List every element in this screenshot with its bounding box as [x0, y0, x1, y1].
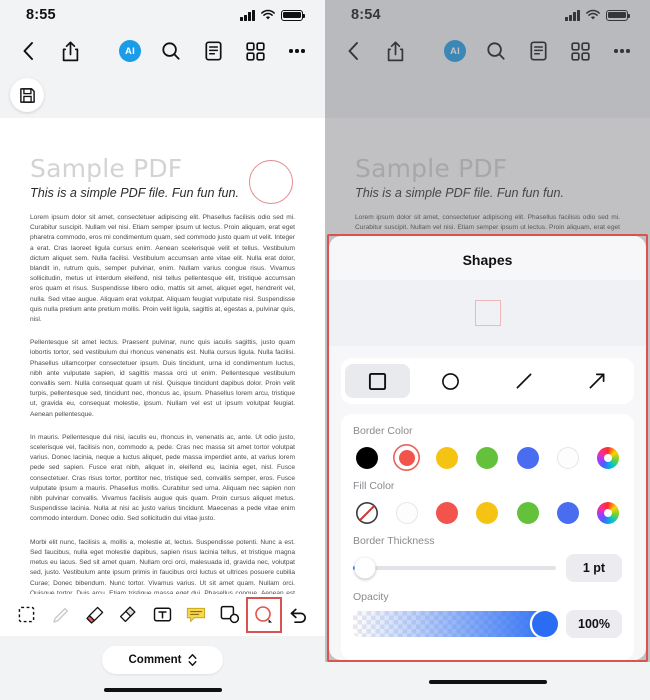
back-button[interactable] — [16, 39, 40, 63]
screenshot-root: 8:55 AI Sample PDF This is a simple PDF … — [0, 0, 650, 700]
eraser-icon — [119, 606, 136, 622]
marquee-select-tool[interactable] — [14, 602, 40, 628]
thumbnails-button[interactable] — [243, 39, 267, 63]
text-box-tool[interactable] — [149, 602, 175, 628]
chevron-up-down-icon — [188, 653, 197, 666]
left-nav-bar: AI — [0, 30, 325, 72]
wifi-icon — [261, 9, 275, 20]
status-clock: 8:55 — [26, 7, 56, 23]
share-button[interactable] — [58, 39, 82, 63]
comment-mode-row: Comment — [0, 636, 325, 674]
annotation-toolbar-area: Comment — [0, 593, 325, 700]
comment-mode-button[interactable]: Comment — [102, 645, 223, 674]
more-options-button[interactable] — [285, 39, 309, 63]
more-options-icon — [289, 49, 305, 53]
page-paragraph: Lorem ipsum dolor sit amet, consectetuer… — [30, 214, 295, 324]
chevron-left-icon — [23, 42, 33, 60]
marquee-select-icon — [19, 606, 35, 623]
annotation-toolbar — [0, 593, 325, 636]
stamp-shapes-tool[interactable] — [217, 602, 243, 628]
left-status-bar: 8:55 — [0, 0, 325, 30]
save-button[interactable] — [10, 78, 44, 112]
status-indicators — [240, 9, 305, 21]
shapes-tool-icon — [255, 605, 273, 623]
cellular-signal-icon — [240, 9, 255, 21]
search-button[interactable] — [159, 39, 183, 63]
grid-thumbnails-icon — [245, 41, 265, 61]
left-screen: 8:55 AI Sample PDF This is a simple PDF … — [0, 0, 325, 700]
pen-icon — [53, 607, 68, 623]
pen-tool[interactable] — [48, 602, 74, 628]
search-icon — [162, 42, 180, 60]
outline-button[interactable] — [201, 39, 225, 63]
share-icon — [62, 41, 78, 61]
save-floppy-icon — [19, 87, 35, 103]
page-paragraph: Pellentesque sit amet lectus. Praesent p… — [30, 339, 295, 418]
sticky-note-tool[interactable] — [183, 602, 209, 628]
ai-assistant-button[interactable]: AI — [119, 40, 141, 62]
eraser-tool[interactable] — [116, 602, 142, 628]
text-box-icon — [153, 607, 172, 622]
shapes-tool[interactable] — [246, 596, 283, 633]
comment-mode-label: Comment — [128, 653, 182, 666]
undo-tool[interactable] — [285, 602, 311, 628]
battery-icon — [281, 9, 305, 21]
page-paragraph: In mauris. Pellentesque dui nisi, iaculi… — [30, 433, 295, 523]
right-bottom-bar — [325, 662, 650, 700]
circle-annotation[interactable] — [249, 160, 293, 204]
right-screen: 8:54 AI Sample PDF This is a simple PDF … — [325, 0, 650, 700]
sticky-note-icon — [187, 608, 206, 623]
highlighter-icon — [86, 606, 103, 624]
shapes-panel-highlight — [327, 234, 648, 662]
home-indicator — [428, 680, 547, 685]
home-indicator — [103, 687, 222, 692]
undo-icon — [290, 608, 306, 623]
shapes-stamp-icon — [220, 605, 240, 624]
highlighter-tool[interactable] — [82, 602, 108, 628]
document-outline-icon — [204, 41, 222, 61]
